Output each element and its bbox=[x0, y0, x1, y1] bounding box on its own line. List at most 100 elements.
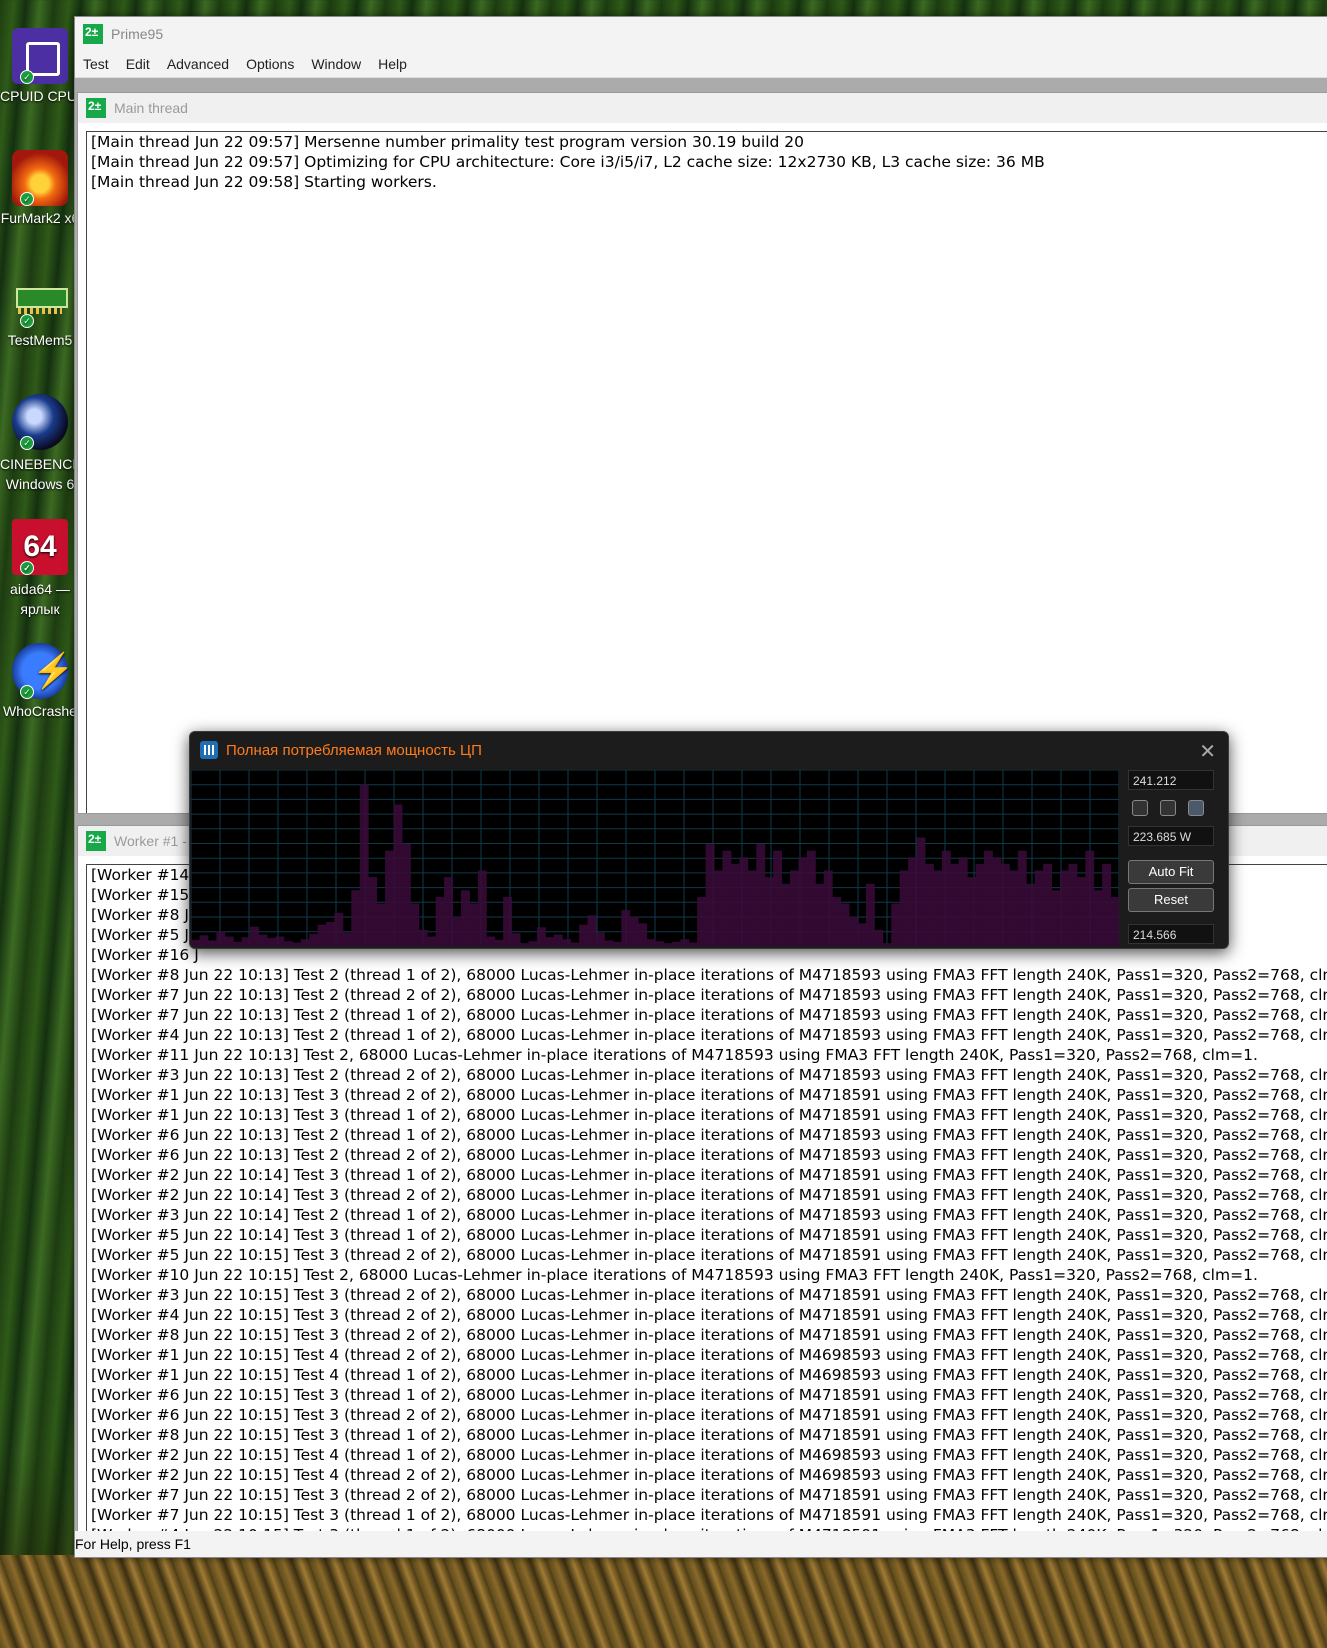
worker-log-line: [Worker #6 Jun 22 10:13] Test 2 (thread … bbox=[91, 1126, 1327, 1144]
auto-fit-button[interactable]: Auto Fit bbox=[1128, 860, 1214, 884]
power-bar bbox=[334, 912, 344, 946]
power-bar bbox=[317, 924, 327, 946]
desktop-icon-label: TestMem5 bbox=[7, 332, 73, 348]
menu-window[interactable]: Window bbox=[311, 56, 361, 72]
power-bar bbox=[688, 942, 698, 946]
power-bar bbox=[857, 923, 867, 946]
power-bar bbox=[520, 943, 529, 946]
main-thread-titlebar[interactable]: Main thread bbox=[78, 93, 1327, 123]
option-checkbox-2[interactable] bbox=[1160, 800, 1176, 816]
power-bar bbox=[266, 937, 276, 946]
sync-check-icon: ✓ bbox=[20, 685, 34, 699]
power-bar bbox=[435, 896, 445, 946]
power-bar bbox=[967, 877, 977, 946]
power-bar bbox=[1017, 850, 1027, 946]
aida64-icon: 64 ✓ bbox=[12, 519, 68, 575]
power-bar bbox=[553, 934, 563, 946]
power-bar bbox=[612, 941, 622, 946]
desktop-icon-aida64[interactable]: 64 ✓ aida64 — ярлык bbox=[0, 519, 80, 619]
power-bar bbox=[933, 870, 943, 946]
menu-edit[interactable]: Edit bbox=[126, 56, 150, 72]
desktop-wallpaper-bottom bbox=[0, 1555, 1327, 1648]
close-icon[interactable]: ✕ bbox=[1199, 739, 1216, 764]
power-bar bbox=[1085, 850, 1095, 946]
worker-log-line: [Worker #7 Jun 22 10:13] Test 2 (thread … bbox=[91, 986, 1327, 1004]
desktop-icon-label: WhoCrashe bbox=[3, 703, 77, 719]
power-bar bbox=[781, 883, 791, 946]
power-bar bbox=[705, 844, 715, 946]
hwinfo-graph-window[interactable]: Полная потребляемая мощность ЦП ✕ 241.21… bbox=[189, 731, 1229, 949]
power-bar bbox=[941, 850, 951, 946]
sync-check-icon: ✓ bbox=[20, 314, 34, 328]
window-title: Prime95 bbox=[111, 26, 164, 42]
power-bar bbox=[452, 916, 462, 946]
power-bar bbox=[401, 844, 411, 946]
menu-advanced[interactable]: Advanced bbox=[167, 56, 229, 72]
power-bar bbox=[359, 784, 369, 946]
option-checkbox-1[interactable] bbox=[1132, 800, 1148, 816]
hwinfo-title: Полная потребляемая мощность ЦП bbox=[226, 741, 482, 759]
whocrashed-icon: ⚡ ✓ bbox=[12, 643, 74, 699]
power-bar bbox=[747, 870, 757, 946]
power-bar bbox=[604, 940, 614, 946]
menu-help[interactable]: Help bbox=[378, 56, 407, 72]
title-bar[interactable]: Prime95 bbox=[75, 17, 1327, 51]
worker-log-line: [Worker #1 Jun 22 10:13] Test 3 (thread … bbox=[91, 1106, 1327, 1124]
power-bar bbox=[992, 857, 1002, 946]
menu-options[interactable]: Options bbox=[246, 56, 294, 72]
color-swatch[interactable] bbox=[1188, 800, 1204, 816]
power-bar bbox=[351, 890, 361, 946]
desktop-icon-whocrashed[interactable]: ⚡ ✓ WhoCrashe bbox=[0, 643, 80, 719]
sync-check-icon: ✓ bbox=[20, 192, 34, 206]
power-bar bbox=[536, 927, 546, 946]
hwinfo-titlebar[interactable]: Полная потребляемая мощность ЦП bbox=[190, 732, 1228, 768]
power-bar bbox=[199, 935, 209, 946]
power-bar bbox=[494, 939, 504, 946]
power-bar bbox=[1051, 890, 1061, 946]
power-bar bbox=[891, 903, 901, 946]
desktop-icon-label: FurMark2 x6 bbox=[0, 210, 80, 226]
power-bar bbox=[469, 903, 479, 946]
power-bar bbox=[730, 863, 740, 946]
power-bar bbox=[714, 870, 723, 946]
sync-check-icon: ✓ bbox=[20, 70, 34, 84]
power-bar bbox=[444, 877, 454, 946]
power-bar bbox=[789, 870, 799, 946]
main-thread-log-line: [Main thread Jun 22 09:57] Optimizing fo… bbox=[91, 153, 1045, 171]
power-bar bbox=[579, 924, 589, 946]
power-bar bbox=[342, 932, 352, 946]
power-bar bbox=[562, 939, 572, 946]
worker-log-line: [Worker #3 Jun 22 10:15] Test 3 (thread … bbox=[91, 1286, 1327, 1304]
reset-button[interactable]: Reset bbox=[1128, 888, 1214, 912]
worker-log-line: [Worker #6 Jun 22 10:15] Test 3 (thread … bbox=[91, 1386, 1327, 1404]
power-bar bbox=[697, 896, 707, 946]
main-thread-window[interactable]: Main thread [Main thread Jun 22 09:57] M… bbox=[77, 92, 1327, 814]
sync-check-icon: ✓ bbox=[20, 436, 34, 450]
worker-log-line: [Worker #4 Jun 22 10:15] Test 3 (thread … bbox=[91, 1306, 1327, 1324]
desktop-icon-testmem[interactable]: ✓ TestMem5 bbox=[0, 272, 80, 348]
power-bar bbox=[292, 942, 302, 946]
power-bar bbox=[638, 923, 648, 946]
menu-test[interactable]: Test bbox=[83, 56, 109, 72]
worker-log[interactable]: [Worker #14 J[Worker #15 J[Worker #8 Ju bbox=[86, 864, 1327, 1532]
worker-log-line: [Worker #1 Jun 22 10:15] Test 4 (thread … bbox=[91, 1346, 1327, 1364]
power-graph bbox=[191, 770, 1119, 946]
furmark-icon: ✓ bbox=[12, 150, 68, 206]
power-bar bbox=[368, 877, 378, 946]
desktop-icon-cpuid[interactable]: ✓ CPUID CPU- bbox=[0, 28, 80, 104]
prime95-app-icon bbox=[83, 24, 103, 44]
main-thread-log[interactable]: [Main thread Jun 22 09:57] Mersenne numb… bbox=[86, 131, 1327, 813]
power-bar bbox=[1093, 890, 1103, 946]
desktop-icon-furmark[interactable]: ✓ FurMark2 x6 bbox=[0, 150, 80, 226]
power-bar bbox=[258, 934, 268, 946]
main-thread-title: Main thread bbox=[114, 100, 188, 116]
power-bar bbox=[671, 941, 681, 946]
desktop-icon-cinebench[interactable]: ✓ CINEBENCH Windows 6 bbox=[0, 394, 80, 494]
power-bar bbox=[418, 929, 428, 946]
power-bar bbox=[233, 941, 243, 946]
power-bar bbox=[393, 804, 403, 946]
power-bar bbox=[823, 870, 833, 946]
power-bar bbox=[764, 877, 774, 946]
power-bar bbox=[376, 903, 386, 946]
worker-log-line: [Worker #6 Jun 22 10:13] Test 2 (thread … bbox=[91, 1146, 1327, 1164]
